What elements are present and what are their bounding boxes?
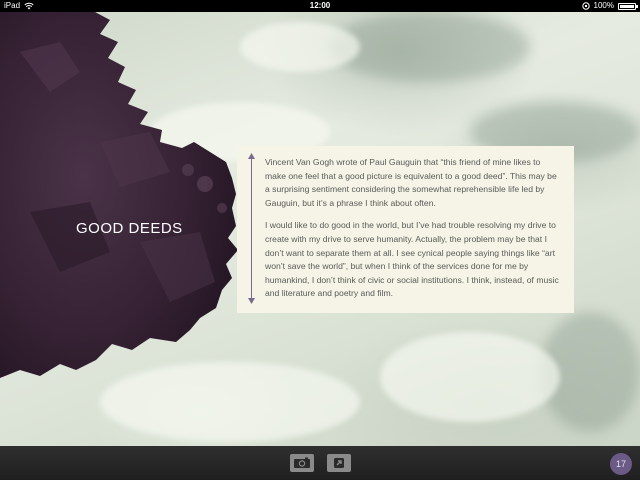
camera-button[interactable] (290, 454, 314, 472)
bottom-toolbar: 17 (0, 446, 640, 480)
battery-icon (618, 2, 638, 10)
share-button[interactable] (327, 454, 351, 472)
text-card[interactable]: Vincent Van Gogh wrote of Paul Gauguin t… (237, 146, 574, 313)
status-time: 12:00 (309, 1, 331, 10)
status-right: 100% (581, 0, 638, 12)
battery-percent: 100% (593, 1, 614, 10)
page-number-badge[interactable]: 17 (610, 453, 632, 475)
scroll-arrow-icon[interactable] (247, 152, 256, 305)
rotation-lock-icon (581, 2, 590, 10)
status-bar: iPad 12:00 100% (0, 0, 640, 12)
share-arrow-icon (334, 458, 344, 468)
section-title: GOOD DEEDS (76, 220, 183, 237)
camera-icon (294, 457, 310, 468)
card-paragraph: I would like to do good in the world, bu… (265, 220, 559, 299)
card-paragraph: Vincent Van Gogh wrote of Paul Gauguin t… (265, 157, 557, 208)
